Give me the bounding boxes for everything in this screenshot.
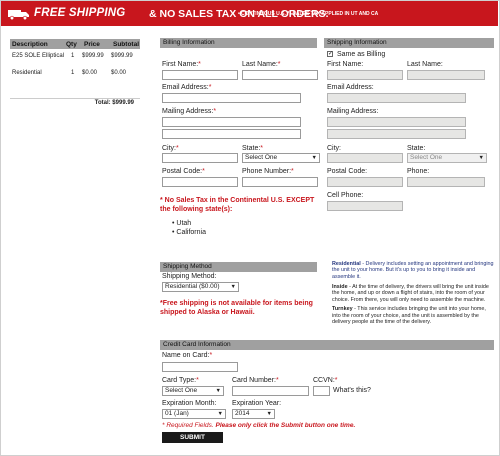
list-item: • Utah bbox=[172, 220, 192, 227]
delivery-turnkey: Turnkey - This service includes bringing… bbox=[332, 306, 486, 326]
billing-phone-label: Phone Number:* bbox=[242, 168, 294, 175]
billing-city-label: City:* bbox=[162, 145, 179, 152]
shipping-first-name-label: First Name: bbox=[327, 61, 364, 68]
shipping-postal-input[interactable] bbox=[327, 177, 403, 187]
required-fields-note: * Required Fields. Please only click the… bbox=[162, 422, 356, 429]
same-as-billing-checkbox[interactable]: ✓ bbox=[327, 51, 333, 57]
chevron-down-icon: ▼ bbox=[230, 284, 236, 290]
cell-subtotal: $0.00 bbox=[111, 69, 127, 76]
card-type-label: Card Type:* bbox=[162, 377, 199, 384]
chevron-down-icon: ▼ bbox=[478, 155, 484, 161]
billing-postal-input[interactable] bbox=[162, 177, 238, 187]
col-description: Description bbox=[12, 40, 48, 48]
cart-header-row: Description Qty Price Subtotal bbox=[10, 39, 140, 49]
billing-phone-input[interactable] bbox=[242, 177, 318, 187]
col-qty: Qty bbox=[66, 40, 77, 48]
table-row: E25 SOLE Elliptical 1 $999.99 $999.99 bbox=[10, 51, 140, 68]
shipping-phone-label: Phone: bbox=[407, 168, 430, 175]
billing-state-label: State:* bbox=[242, 145, 264, 152]
shipping-address-line1[interactable] bbox=[327, 117, 466, 127]
shipping-first-name-input[interactable] bbox=[327, 70, 403, 80]
exp-year-label: Expiration Year: bbox=[232, 400, 282, 407]
shipping-phone-input[interactable] bbox=[407, 177, 485, 187]
shipping-city-input[interactable] bbox=[327, 153, 403, 163]
card-type-select[interactable]: Select One ▼ bbox=[162, 386, 224, 396]
banner-fine-print: • CONTINUOUS U.S. ** SALES TAX APPLIED I… bbox=[238, 11, 379, 17]
same-as-billing-label: Same as Billing bbox=[337, 50, 386, 58]
name-on-card-input[interactable] bbox=[162, 362, 238, 372]
shipping-address-line2[interactable] bbox=[327, 129, 466, 139]
delivery-inside: Inside - At the time of delivery, the dr… bbox=[332, 283, 489, 303]
tax-note-line2: the following state(s): bbox=[160, 206, 233, 213]
list-item: • California bbox=[172, 229, 206, 236]
shipping-cell-input[interactable] bbox=[327, 201, 403, 211]
shipping-postal-label: Postal Code: bbox=[327, 168, 368, 175]
cell-price: $999.99 bbox=[82, 52, 104, 59]
billing-email-label: Email Address:* bbox=[162, 84, 212, 91]
shipping-mailing-label: Mailing Address: bbox=[327, 108, 379, 115]
ccvn-input[interactable] bbox=[313, 386, 330, 396]
billing-first-name-input[interactable] bbox=[162, 70, 238, 80]
chevron-down-icon: ▼ bbox=[311, 155, 317, 161]
shipping-email-label: Email Address: bbox=[327, 84, 374, 91]
cell-qty: 1 bbox=[71, 69, 75, 76]
billing-last-name-label: Last Name:* bbox=[242, 61, 281, 68]
card-number-input[interactable] bbox=[232, 386, 309, 396]
truck-icon bbox=[8, 10, 29, 20]
shipping-section-header: Shipping Information bbox=[324, 38, 494, 48]
shipping-note-line1: *Free shipping is not available for item… bbox=[160, 300, 313, 307]
promo-banner: FREE SHIPPING & NO SALES TAX ON ALL ORDE… bbox=[1, 1, 498, 26]
chevron-down-icon: ▼ bbox=[217, 411, 223, 417]
tax-note-line1: * No Sales Tax in the Continental U.S. E… bbox=[160, 197, 315, 204]
col-subtotal: Subtotal bbox=[113, 40, 139, 48]
billing-city-input[interactable] bbox=[162, 153, 238, 163]
cart-table: Description Qty Price Subtotal E25 SOLE … bbox=[10, 39, 140, 85]
cell-price: $0.00 bbox=[82, 69, 98, 76]
shipping-last-name-label: Last Name: bbox=[407, 61, 443, 68]
cell-subtotal: $999.99 bbox=[111, 52, 133, 59]
name-on-card-label: Name on Card:* bbox=[162, 352, 213, 359]
shipping-method-note: *Free shipping is not available for item… bbox=[160, 299, 313, 317]
cell-description: E25 SOLE Elliptical bbox=[12, 52, 65, 59]
shipping-state-select[interactable]: Select One ▼ bbox=[407, 153, 487, 163]
whats-this-link[interactable]: What's this? bbox=[333, 387, 371, 394]
billing-state-select[interactable]: Select One ▼ bbox=[242, 153, 320, 163]
tax-note: * No Sales Tax in the Continental U.S. E… bbox=[160, 196, 314, 214]
delivery-residential: Residential - Delivery includes setting … bbox=[332, 261, 494, 280]
shipping-method-label: Shipping Method: bbox=[162, 273, 217, 280]
shipping-method-header: Shipping Method bbox=[160, 262, 317, 272]
chevron-down-icon: ▼ bbox=[215, 388, 221, 394]
exp-year-select[interactable]: 2014 ▼ bbox=[232, 409, 275, 419]
billing-email-input[interactable] bbox=[162, 93, 301, 103]
credit-card-header: Credit Card Information bbox=[160, 340, 494, 350]
col-price: Price bbox=[84, 40, 100, 48]
cart-total: Total: $999.99 bbox=[10, 98, 140, 109]
ccvn-label: CCVN:* bbox=[313, 377, 338, 384]
cart-total-label: Total: $999.99 bbox=[94, 100, 134, 106]
billing-section-header: Billing Information bbox=[160, 38, 317, 48]
cell-description: Residential bbox=[12, 69, 42, 76]
delivery-info: Residential - Delivery includes setting … bbox=[332, 261, 494, 329]
free-shipping-text: FREE SHIPPING bbox=[34, 7, 126, 19]
billing-last-name-input[interactable] bbox=[242, 70, 318, 80]
billing-address-line1[interactable] bbox=[162, 117, 301, 127]
shipping-method-select[interactable]: Residential ($0.00) ▼ bbox=[162, 282, 239, 292]
exp-month-select[interactable]: 01 (Jan) ▼ bbox=[162, 409, 226, 419]
card-number-label: Card Number:* bbox=[232, 377, 279, 384]
chevron-down-icon: ▼ bbox=[266, 411, 272, 417]
shipping-cell-label: Cell Phone: bbox=[327, 192, 364, 199]
shipping-email-input[interactable] bbox=[327, 93, 466, 103]
exp-month-label: Expiration Month: bbox=[162, 400, 217, 407]
shipping-last-name-input[interactable] bbox=[407, 70, 485, 80]
table-row: Residential 1 $0.00 $0.00 bbox=[10, 68, 140, 85]
cell-qty: 1 bbox=[71, 52, 75, 59]
shipping-note-line2: shipped to Alaska or Hawaii. bbox=[160, 309, 255, 316]
billing-mailing-label: Mailing Address:* bbox=[162, 108, 217, 115]
billing-first-name-label: First Name:* bbox=[162, 61, 201, 68]
billing-postal-label: Postal Code:* bbox=[162, 168, 205, 175]
shipping-state-label: State: bbox=[407, 145, 426, 152]
billing-address-line2[interactable] bbox=[162, 129, 301, 139]
shipping-city-label: City: bbox=[327, 145, 341, 152]
submit-button[interactable]: SUBMIT bbox=[162, 432, 223, 443]
